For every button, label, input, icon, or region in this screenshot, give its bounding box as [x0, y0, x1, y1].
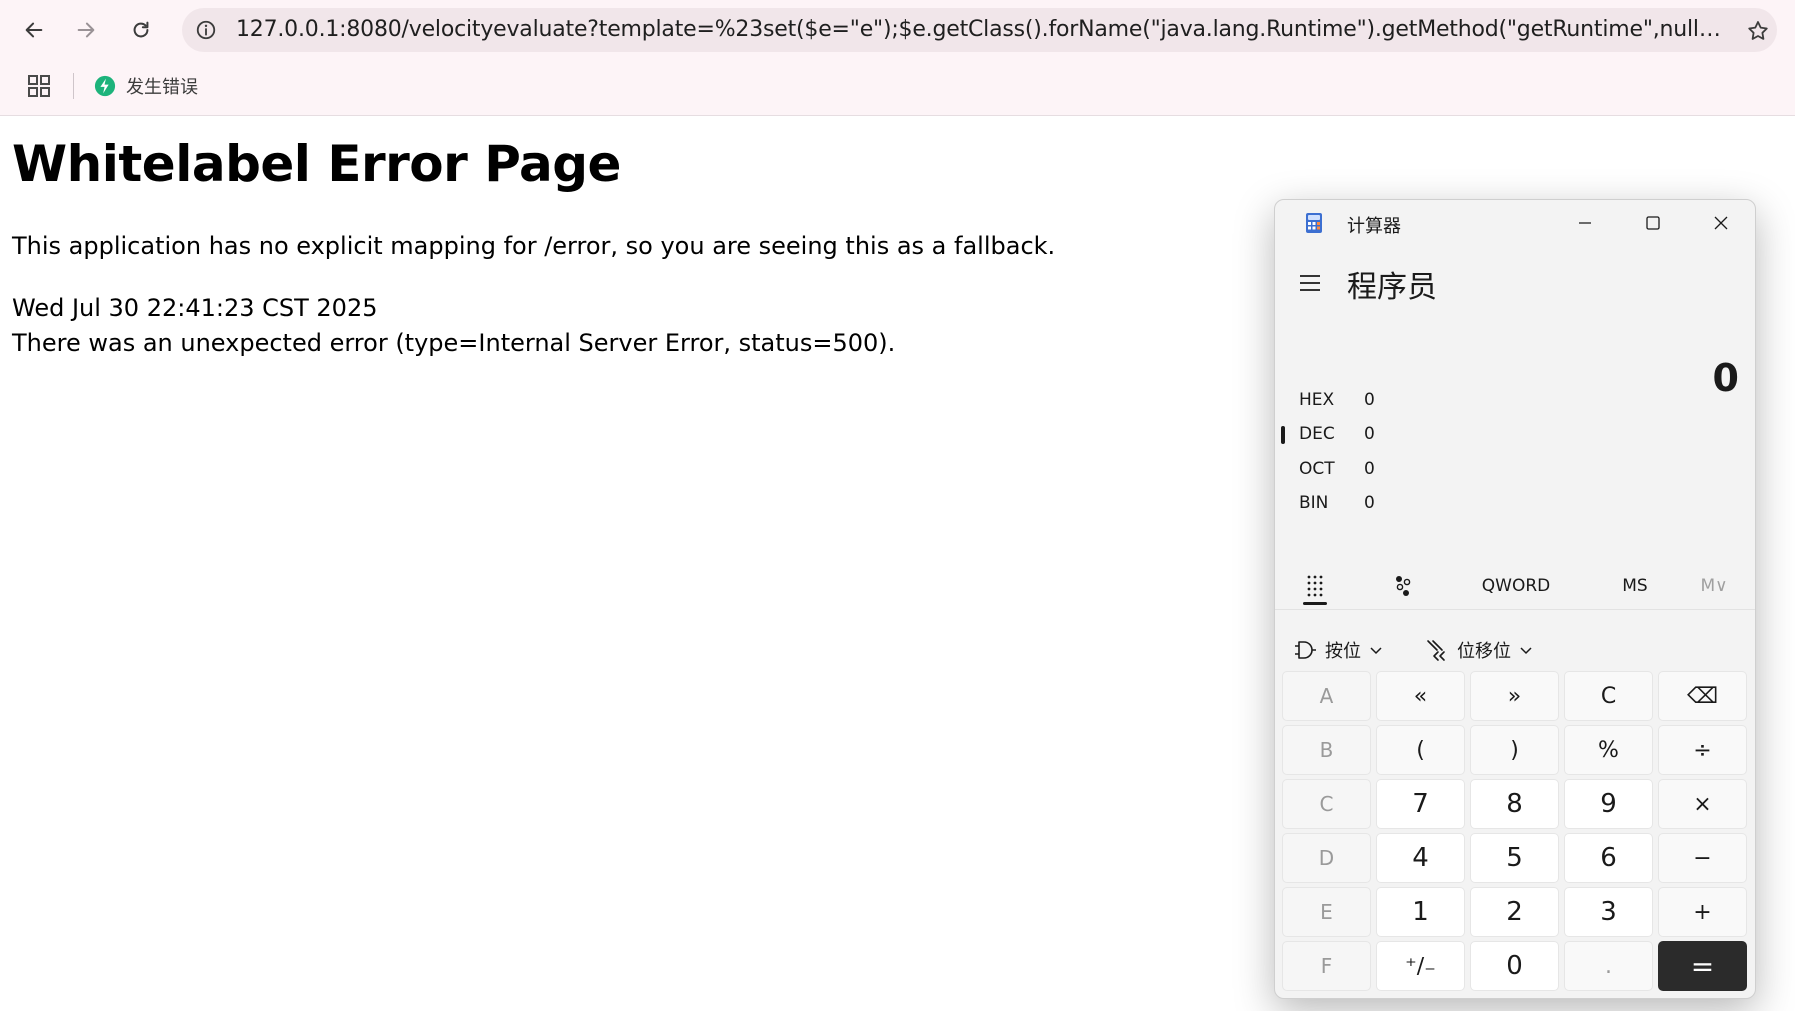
page-title: Whitelabel Error Page: [12, 135, 621, 193]
reload-button[interactable]: [121, 10, 161, 50]
memory-store-button[interactable]: MS: [1605, 570, 1665, 602]
key-5[interactable]: 5: [1470, 833, 1559, 883]
key-2[interactable]: 2: [1470, 887, 1559, 937]
radix-name: OCT: [1299, 459, 1335, 479]
key-subtract[interactable]: −: [1658, 833, 1747, 883]
tab-bit-toggling-keypad[interactable]: [1383, 566, 1423, 606]
back-button[interactable]: [14, 10, 54, 50]
maximize-icon: [1646, 216, 1660, 230]
apps-grid-icon[interactable]: [26, 73, 52, 99]
radix-name: BIN: [1299, 493, 1329, 513]
tab-full-keypad[interactable]: [1295, 566, 1335, 606]
radix-oct-row[interactable]: OCT 0: [1275, 455, 1755, 485]
hamburger-menu-icon[interactable]: [1297, 272, 1323, 294]
key-multiply[interactable]: ×: [1658, 779, 1747, 829]
key-decimal[interactable]: .: [1564, 941, 1653, 991]
key-7[interactable]: 7: [1376, 779, 1465, 829]
bookmarks-bar: 发生错误: [0, 60, 1795, 116]
keypad-dots-icon: [1307, 575, 1323, 597]
selected-radix-indicator: [1281, 426, 1285, 444]
active-tab-indicator: [1303, 602, 1327, 605]
key-1[interactable]: 1: [1376, 887, 1465, 937]
key-left-shift[interactable]: «: [1376, 671, 1465, 721]
calculator-tabs: QWORD MS M∨: [1275, 562, 1755, 610]
radix-dec-row[interactable]: DEC 0: [1275, 420, 1755, 450]
minimize-icon: [1579, 222, 1591, 224]
radix-name: HEX: [1299, 390, 1335, 410]
key-hex-f[interactable]: F: [1282, 941, 1371, 991]
key-hex-b[interactable]: B: [1282, 725, 1371, 775]
arrow-left-icon: [25, 22, 43, 38]
key-close-paren[interactable]: ): [1470, 725, 1559, 775]
key-divide[interactable]: ÷: [1658, 725, 1747, 775]
radix-value: 0: [1364, 493, 1375, 513]
key-0[interactable]: 0: [1470, 941, 1559, 991]
word-size-button[interactable]: QWORD: [1471, 570, 1561, 602]
key-hex-a[interactable]: A: [1282, 671, 1371, 721]
calculator-title: 计算器: [1347, 216, 1401, 237]
close-button[interactable]: [1687, 200, 1755, 246]
bit-toggle-icon: [1396, 576, 1411, 596]
chevron-down-icon: [1370, 647, 1382, 655]
arrow-right-icon: [77, 22, 95, 38]
radix-value: 0: [1364, 424, 1375, 444]
radix-name: DEC: [1299, 424, 1335, 444]
key-8[interactable]: 8: [1470, 779, 1559, 829]
browser-toolbar: 127.0.0.1:8080/velocityevaluate?template…: [0, 0, 1795, 60]
calculator-app-icon: [1305, 212, 1323, 234]
key-equals[interactable]: =: [1658, 941, 1747, 991]
calculator-mode-title: 程序员: [1347, 270, 1437, 305]
radix-value: 0: [1364, 459, 1375, 479]
memory-menu-button[interactable]: M∨: [1687, 570, 1741, 602]
error-timestamp: Wed Jul 30 22:41:23 CST 2025: [12, 294, 378, 322]
bitwise-dropdown[interactable]: 按位: [1293, 634, 1383, 666]
key-clear[interactable]: C: [1564, 671, 1653, 721]
key-negate[interactable]: ⁺∕₋: [1376, 941, 1465, 991]
radix-hex-row[interactable]: HEX 0: [1275, 386, 1755, 416]
bookmark-label: 发生错误: [126, 77, 198, 98]
close-icon: [1714, 216, 1728, 230]
bitwise-label: 按位: [1325, 641, 1361, 662]
site-info-icon[interactable]: [194, 18, 218, 42]
key-4[interactable]: 4: [1376, 833, 1465, 883]
key-backspace[interactable]: ⌫: [1658, 671, 1747, 721]
address-bar[interactable]: 127.0.0.1:8080/velocityevaluate?template…: [182, 8, 1777, 52]
calculator-titlebar[interactable]: 计算器: [1275, 200, 1755, 246]
error-description: This application has no explicit mapping…: [12, 232, 1056, 260]
radix-value: 0: [1364, 390, 1375, 410]
key-modulo[interactable]: %: [1564, 725, 1653, 775]
bitshift-dropdown[interactable]: 位移位: [1425, 634, 1533, 666]
key-hex-e[interactable]: E: [1282, 887, 1371, 937]
key-9[interactable]: 9: [1564, 779, 1653, 829]
key-right-shift[interactable]: »: [1470, 671, 1559, 721]
radix-bin-row[interactable]: BIN 0: [1275, 489, 1755, 519]
url-text[interactable]: 127.0.0.1:8080/velocityevaluate?template…: [236, 8, 1726, 52]
chevron-down-icon: [1520, 647, 1532, 655]
maximize-button[interactable]: [1619, 200, 1687, 246]
error-status-line: There was an unexpected error (type=Inte…: [12, 329, 896, 357]
key-open-paren[interactable]: (: [1376, 725, 1465, 775]
calculator-window[interactable]: 计算器 程序员 0 HEX 0 DEC 0 OCT 0 BIN 0 QWORD …: [1274, 199, 1756, 999]
forward-button[interactable]: [66, 10, 106, 50]
bitshift-label: 位移位: [1457, 641, 1511, 662]
key-add[interactable]: +: [1658, 887, 1747, 937]
key-6[interactable]: 6: [1564, 833, 1653, 883]
calculator-keypad: A « » C ⌫ B ( ) % ÷ C 7 8 9 × D 4 5 6 − …: [1282, 671, 1748, 993]
reload-icon: [133, 21, 149, 38]
key-hex-c[interactable]: C: [1282, 779, 1371, 829]
green-bolt-icon: [94, 75, 116, 97]
key-hex-d[interactable]: D: [1282, 833, 1371, 883]
bookmarks-divider: [73, 73, 74, 99]
bit-shift-icon: [1427, 640, 1445, 661]
logic-gate-icon: [1295, 641, 1316, 659]
key-3[interactable]: 3: [1564, 887, 1653, 937]
bookmark-star-icon[interactable]: [1745, 18, 1771, 44]
minimize-button[interactable]: [1551, 200, 1619, 246]
bookmark-item[interactable]: 发生错误: [94, 70, 198, 102]
